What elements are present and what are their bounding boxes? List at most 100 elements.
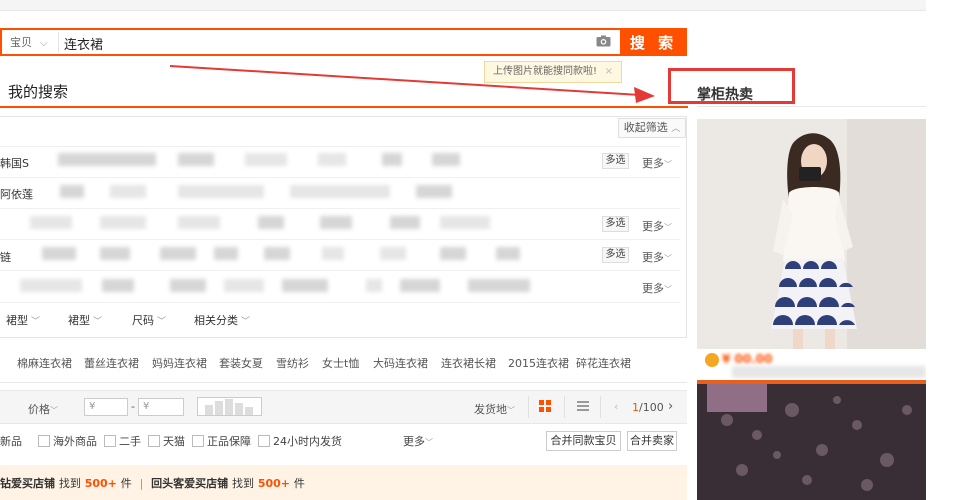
related-link[interactable]: 大码连衣裙 xyxy=(373,355,428,371)
medal-icon xyxy=(705,353,719,367)
checkbox-label: 海外商品 xyxy=(53,435,97,448)
price-sort[interactable]: 价格﹀ xyxy=(28,401,58,417)
more-filters-button[interactable]: 更多﹀ xyxy=(403,433,433,449)
multi-select-button[interactable]: 多选 xyxy=(602,247,629,263)
promo-count: 500+ xyxy=(84,477,117,490)
separator: | xyxy=(139,477,144,490)
checkbox-genuine[interactable]: 正品保障 xyxy=(192,433,251,449)
checkbox-overseas[interactable]: 海外商品 xyxy=(38,433,97,449)
redacted-values xyxy=(322,247,344,260)
redacted-values xyxy=(290,185,390,198)
redacted-values xyxy=(178,216,220,229)
promo-count: 500+ xyxy=(257,477,290,490)
product-photo xyxy=(697,119,926,349)
related-link[interactable]: 妈妈连衣裙 xyxy=(152,355,207,371)
related-link[interactable]: 碎花连衣裙 xyxy=(576,355,631,371)
checkbox[interactable] xyxy=(192,435,204,447)
next-page-icon[interactable]: › xyxy=(668,399,673,414)
promo-found: 找到 xyxy=(58,477,81,490)
checkbox[interactable] xyxy=(38,435,50,447)
chevron-down-icon: ﹀ xyxy=(664,160,672,169)
product-price: ¥ 00.00 xyxy=(722,352,773,366)
page-margin xyxy=(926,0,979,500)
product-photo xyxy=(697,380,926,500)
related-link[interactable]: 棉麻连衣裙 xyxy=(17,355,72,371)
checkbox-label: 二手 xyxy=(119,435,141,448)
related-link[interactable]: 蕾丝连衣裙 xyxy=(84,355,139,371)
redacted-values xyxy=(245,153,287,166)
camera-icon[interactable] xyxy=(596,35,611,47)
more-button[interactable]: 更多﹀ xyxy=(642,155,672,171)
checkbox[interactable] xyxy=(104,435,116,447)
brand-label: 阿依莲 xyxy=(0,188,33,201)
checkbox[interactable] xyxy=(258,435,270,447)
tooltip-text: 上传图片就能搜同款啦! xyxy=(493,66,598,77)
page-indicator: 1/100 xyxy=(632,401,664,414)
product-image[interactable] xyxy=(697,380,926,500)
grid-view-icon[interactable] xyxy=(539,400,551,412)
divider xyxy=(600,396,601,418)
related-link[interactable]: 连衣裙长裙 xyxy=(441,355,496,371)
chevron-down-icon: ﹀ xyxy=(664,254,672,263)
search-input[interactable]: 连衣裙 xyxy=(64,34,103,53)
merge-sellers-button[interactable]: 合并卖家 xyxy=(627,431,677,451)
redacted-values xyxy=(160,247,196,260)
collapse-label: 收起筛选 xyxy=(623,121,668,134)
attribute-dropdown[interactable]: 裙型 ﹀ xyxy=(6,312,40,328)
checkbox-label: 新品 xyxy=(0,435,22,448)
price-min-input[interactable]: ¥ xyxy=(84,398,128,416)
redacted-values xyxy=(100,216,146,229)
row-divider xyxy=(0,146,680,147)
image-search-tooltip: 上传图片就能搜同款啦! × xyxy=(484,61,622,83)
divider xyxy=(528,396,529,418)
checkbox-label: 24小时内发货 xyxy=(273,435,342,448)
redacted-values xyxy=(390,216,420,229)
price-range-histogram[interactable] xyxy=(197,397,262,416)
checkbox-tmall[interactable]: 天猫 xyxy=(148,433,185,449)
prev-page-icon[interactable]: ‹ xyxy=(614,400,618,413)
redacted-values xyxy=(102,279,134,292)
related-link[interactable]: 女士t恤 xyxy=(322,355,359,371)
redacted-values xyxy=(30,216,72,229)
checkbox-new[interactable]: 新品 xyxy=(0,433,22,449)
more-button[interactable]: 更多﹀ xyxy=(642,249,672,265)
collapse-filters-button[interactable]: 收起筛选 ︿ xyxy=(618,118,686,138)
more-button[interactable]: 更多﹀ xyxy=(642,218,672,234)
attribute-dropdown[interactable]: 尺码 ﹀ xyxy=(132,312,166,328)
close-icon[interactable]: × xyxy=(605,62,613,82)
merge-same-items-button[interactable]: 合并同款宝贝 xyxy=(546,431,621,451)
multi-select-button[interactable]: 多选 xyxy=(602,153,629,169)
related-link[interactable]: 套装女夏 xyxy=(219,355,263,371)
attribute-dropdown[interactable]: 相关分类 ﹀ xyxy=(194,312,250,328)
related-link[interactable]: 2015连衣裙 xyxy=(508,355,569,371)
related-link[interactable]: 雪纺衫 xyxy=(276,355,309,371)
product-image[interactable] xyxy=(697,119,926,349)
promo-text[interactable]: 钻爱买店铺 找到 500+ 件 | 回头客爱买店铺 找到 500+ 件 xyxy=(0,475,305,491)
search-button[interactable]: 搜 索 xyxy=(620,28,687,56)
redacted-values xyxy=(214,247,238,260)
section-title: 我的搜索 xyxy=(8,83,69,101)
promo-unit: 件 xyxy=(293,477,305,490)
attribute-dropdown[interactable]: 裙型 ﹀ xyxy=(68,312,102,328)
checkbox[interactable] xyxy=(148,435,160,447)
checkbox-24h-shipping[interactable]: 24小时内发货 xyxy=(258,433,342,449)
redacted-values xyxy=(400,279,440,292)
search-scope-select[interactable]: 宝贝 ⌵ xyxy=(10,34,48,50)
attribute-label: 裙型 xyxy=(6,314,28,327)
top-strip xyxy=(0,0,979,11)
list-view-icon[interactable] xyxy=(577,401,589,411)
multi-select-button[interactable]: 多选 xyxy=(602,216,629,232)
price-max-input[interactable]: ¥ xyxy=(138,398,184,416)
redacted-values xyxy=(320,216,352,229)
category-label: 链 xyxy=(0,251,11,264)
location-filter[interactable]: 发货地﹀ xyxy=(474,401,515,417)
redacted-values xyxy=(178,153,214,166)
more-button[interactable]: 更多﹀ xyxy=(642,280,672,296)
redacted-values xyxy=(264,247,290,260)
checkbox-secondhand[interactable]: 二手 xyxy=(104,433,141,449)
checkbox-label: 正品保障 xyxy=(207,435,251,448)
redacted-values xyxy=(258,216,284,229)
attribute-label: 尺码 xyxy=(132,314,154,327)
redacted-values xyxy=(440,247,466,260)
attribute-label: 裙型 xyxy=(68,314,90,327)
